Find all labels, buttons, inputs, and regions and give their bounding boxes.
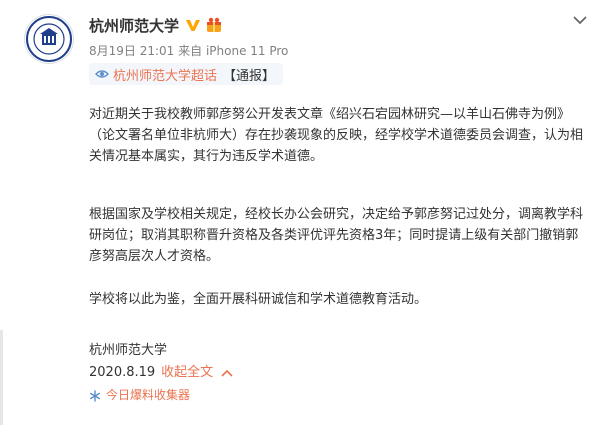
post-date: 2020.8.19: [89, 365, 156, 380]
signature: 杭州师范大学: [89, 343, 168, 358]
post-device: 来自 iPhone 11 Pro: [178, 44, 289, 58]
topic-bar: 杭州师范大学超话 【通报】: [89, 63, 284, 85]
weibo-post-card: 杭州师范大学 8月19日 21:01 来自 iPhone 11 Pro 杭州师范…: [0, 0, 605, 425]
topic-tag: 【通报】: [223, 68, 276, 84]
left-edge-divider: [0, 330, 3, 425]
topic-icon: [95, 68, 109, 80]
university-emblem-icon: [26, 16, 72, 62]
source-row: 今日爆料收集器: [89, 385, 190, 406]
chevron-down-icon[interactable]: [570, 12, 590, 28]
source-link[interactable]: 今日爆料收集器: [106, 385, 190, 406]
topic-link[interactable]: 杭州师范大学超话: [113, 65, 217, 84]
paragraph-2: 根据国家及学校相关规定，经校长办公会研究，决定给予郭彦努记过处分，调离教学科研岗…: [89, 207, 584, 264]
post-time[interactable]: 8月19日 21:01: [89, 44, 174, 58]
membership-badge-icon: [205, 16, 223, 34]
snowflake-icon: [89, 389, 101, 402]
date-row: 2020.8.19 收起全文: [89, 362, 233, 383]
verified-badge-icon: [185, 18, 201, 32]
collapse-button[interactable]: 收起全文: [161, 362, 213, 383]
paragraph-3: 学校将以此为鉴，全面开展科研诚信和学术道德教育活动。: [89, 292, 428, 307]
post-meta: 8月19日 21:01 来自 iPhone 11 Pro: [89, 42, 288, 59]
author-name[interactable]: 杭州师范大学: [89, 15, 179, 36]
avatar[interactable]: [24, 14, 74, 64]
paragraph-1: 对近期关于我校教师郭彦努公开发表文章《绍兴石宕园林研究—以羊山石佛寺为例》（论文…: [89, 107, 584, 164]
author-row: 杭州师范大学: [89, 14, 223, 36]
caret-up-icon[interactable]: [221, 369, 233, 377]
